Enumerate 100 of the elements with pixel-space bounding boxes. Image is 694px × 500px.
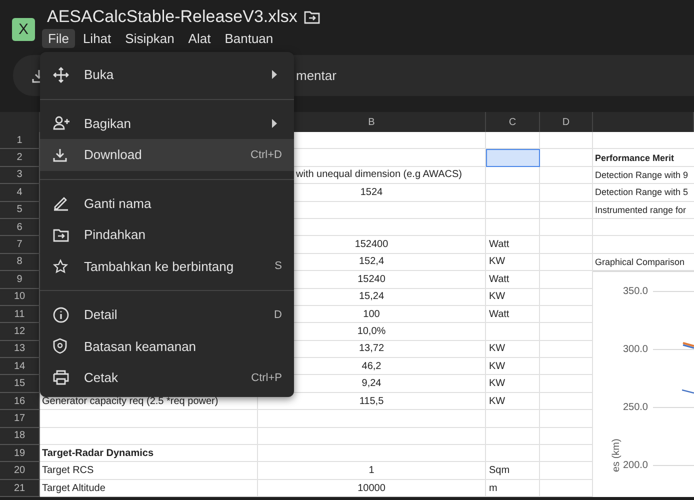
table-cell[interactable] xyxy=(486,410,540,428)
table-cell[interactable]: Instrumented range for xyxy=(593,202,694,219)
table-cell[interactable] xyxy=(540,236,593,254)
table-cell[interactable] xyxy=(486,218,540,236)
table-cell[interactable]: KW xyxy=(486,340,540,358)
table-cell[interactable] xyxy=(540,166,593,184)
y-tick-label: 250.0 xyxy=(622,402,648,414)
row-number[interactable]: 6 xyxy=(0,218,40,236)
table-cell[interactable] xyxy=(540,375,593,393)
menu-bar-item[interactable]: Sisipkan xyxy=(119,29,180,48)
table-cell[interactable] xyxy=(540,480,593,498)
table-cell[interactable]: Watt xyxy=(486,271,540,289)
table-cell[interactable] xyxy=(486,323,540,341)
table-cell[interactable] xyxy=(258,428,486,446)
row-number[interactable]: 5 xyxy=(0,202,40,219)
row-number[interactable]: 14 xyxy=(0,358,40,376)
select-all-corner[interactable] xyxy=(0,112,40,132)
table-cell[interactable] xyxy=(540,288,593,306)
row-number[interactable]: 7 xyxy=(0,236,40,254)
table-cell[interactable]: Target Altitude xyxy=(40,480,258,498)
table-cell[interactable]: Target RCS xyxy=(40,462,258,480)
row-number[interactable]: 15 xyxy=(0,375,40,393)
table-cell[interactable] xyxy=(540,149,593,167)
row-number[interactable]: 11 xyxy=(0,306,40,324)
table-cell[interactable] xyxy=(486,428,540,446)
menu-item[interactable]: Buka xyxy=(40,59,294,90)
comment-label[interactable]: mentar xyxy=(296,68,336,83)
table-cell[interactable]: KW xyxy=(486,375,540,393)
row-number[interactable]: 19 xyxy=(0,445,40,462)
table-cell[interactable] xyxy=(593,132,694,150)
table-cell[interactable] xyxy=(540,410,593,428)
table-cell[interactable] xyxy=(486,184,540,202)
table-cell[interactable]: 1 xyxy=(258,462,486,480)
table-cell[interactable] xyxy=(258,410,486,428)
row-number[interactable]: 13 xyxy=(0,340,40,358)
row-number[interactable]: 21 xyxy=(0,480,40,498)
table-cell[interactable] xyxy=(540,132,593,150)
table-cell[interactable]: Target-Radar Dynamics xyxy=(40,445,258,462)
table-cell[interactable] xyxy=(540,184,593,202)
row-number[interactable]: 8 xyxy=(0,254,40,272)
table-cell[interactable]: KW xyxy=(486,254,540,272)
table-cell[interactable] xyxy=(486,202,540,219)
table-cell[interactable] xyxy=(486,445,540,462)
row-number[interactable]: 1 xyxy=(0,132,40,150)
table-cell[interactable] xyxy=(593,236,694,254)
row-number[interactable]: 9 xyxy=(0,271,40,289)
table-cell[interactable] xyxy=(540,323,593,341)
table-cell[interactable] xyxy=(40,410,258,428)
row-number[interactable]: 2 xyxy=(0,149,40,167)
table-cell[interactable]: 115,5 xyxy=(258,392,486,410)
info-icon xyxy=(53,306,69,323)
table-cell[interactable]: KW xyxy=(486,392,540,410)
table-cell[interactable]: Performance Merit xyxy=(593,149,694,167)
table-cell[interactable] xyxy=(540,462,593,480)
menu-bar-item[interactable]: Alat xyxy=(182,29,217,48)
row-number[interactable]: 3 xyxy=(0,166,40,184)
table-cell[interactable] xyxy=(540,358,593,376)
table-cell[interactable] xyxy=(540,306,593,324)
menu-bar-item[interactable]: Bantuan xyxy=(218,29,280,48)
row-number[interactable]: 18 xyxy=(0,428,40,446)
table-cell[interactable]: m xyxy=(486,480,540,498)
row-number[interactable]: 4 xyxy=(0,184,40,202)
table-cell[interactable]: 10000 xyxy=(258,480,486,498)
column-header[interactable] xyxy=(593,112,694,132)
table-cell[interactable]: Watt xyxy=(486,306,540,324)
table-cell[interactable] xyxy=(540,271,593,289)
column-header[interactable]: C xyxy=(486,112,540,132)
table-cell[interactable] xyxy=(540,445,593,462)
row-number[interactable]: 20 xyxy=(0,462,40,480)
table-cell[interactable] xyxy=(258,445,486,462)
menu-item[interactable]: Download Ctrl+D xyxy=(40,139,294,170)
table-cell[interactable]: KW xyxy=(486,288,540,306)
menu-bar-item[interactable]: Lihat xyxy=(76,29,118,48)
table-cell[interactable]: Watt xyxy=(486,236,540,254)
shield-icon xyxy=(53,338,67,354)
column-header[interactable]: D xyxy=(540,112,593,132)
shortcut-label: D xyxy=(274,308,282,321)
table-cell[interactable]: Detection Range with 9 xyxy=(593,166,694,184)
table-cell[interactable] xyxy=(540,392,593,410)
table-cell[interactable]: KW xyxy=(486,358,540,376)
table-cell[interactable] xyxy=(540,202,593,219)
table-cell[interactable] xyxy=(486,166,540,184)
table-cell[interactable] xyxy=(540,428,593,446)
folder-icon[interactable] xyxy=(304,10,320,24)
table-cell[interactable] xyxy=(540,340,593,358)
row-number[interactable]: 17 xyxy=(0,410,40,428)
table-cell[interactable]: Sqm xyxy=(486,462,540,480)
table-cell[interactable] xyxy=(40,428,258,446)
file-title[interactable]: AESACalcStable-ReleaseV3.xlsx xyxy=(47,7,298,27)
table-cell[interactable]: Graphical Comparison xyxy=(593,254,694,272)
row-number[interactable]: 16 xyxy=(0,392,40,410)
table-cell[interactable] xyxy=(486,149,540,167)
table-cell[interactable] xyxy=(540,254,593,272)
table-cell[interactable] xyxy=(486,132,540,150)
table-cell[interactable]: Detection Range with 5 xyxy=(593,184,694,202)
table-cell[interactable] xyxy=(540,218,593,236)
row-number[interactable]: 12 xyxy=(0,323,40,341)
row-number[interactable]: 10 xyxy=(0,288,40,306)
menu-bar-item[interactable]: File xyxy=(42,29,75,48)
table-cell[interactable] xyxy=(593,218,694,236)
